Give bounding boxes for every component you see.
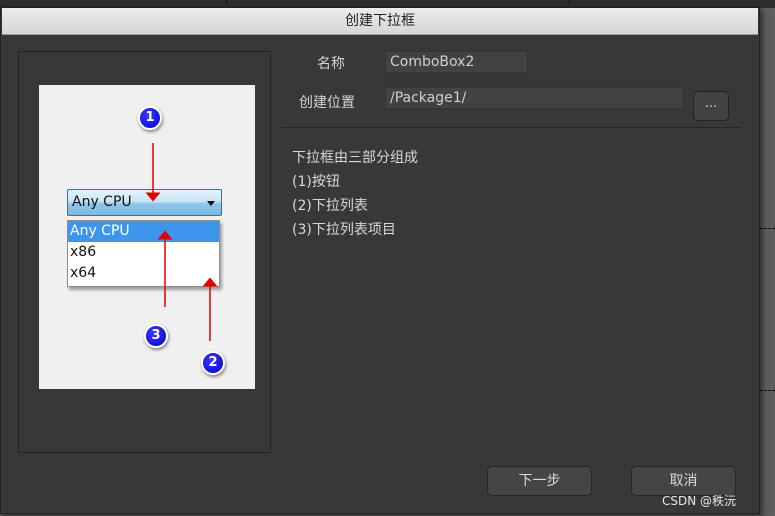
browse-button[interactable]: ... bbox=[693, 91, 729, 121]
badge-3: 3 bbox=[144, 324, 168, 348]
description-line: (3)下拉列表项目 bbox=[292, 222, 396, 238]
background-guide bbox=[760, 390, 775, 392]
description-line: 下拉框由三部分组成 bbox=[292, 150, 418, 166]
location-input[interactable]: /Package1/ bbox=[385, 87, 684, 109]
divider bbox=[282, 127, 741, 128]
background-divider bbox=[226, 0, 227, 4]
badge-1: 1 bbox=[138, 106, 162, 130]
watermark: CSDN @秩沅 bbox=[662, 494, 737, 508]
preview-panel: Any CPU Any CPU x86 x64 1 2 3 bbox=[18, 51, 271, 453]
location-label: 创建位置 bbox=[299, 95, 355, 111]
description: 下拉框由三部分组成 (1)按钮 (2)下拉列表 (3)下拉列表项目 bbox=[292, 146, 418, 242]
dialog-title: 创建下拉框 bbox=[2, 8, 758, 35]
description-line: (2)下拉列表 bbox=[292, 198, 368, 214]
name-label: 名称 bbox=[317, 56, 345, 72]
badge-2: 2 bbox=[201, 351, 225, 375]
name-input[interactable]: ComboBox2 bbox=[385, 51, 528, 73]
next-button[interactable]: 下一步 bbox=[487, 466, 592, 496]
create-combobox-dialog: 创建下拉框 Any CPU Any CPU x86 x64 1 2 3 名称 C… bbox=[0, 7, 760, 514]
preview-image: Any CPU Any CPU x86 x64 1 2 3 bbox=[39, 85, 255, 389]
description-line: (1)按钮 bbox=[292, 174, 340, 190]
background-divider bbox=[569, 0, 570, 4]
background-guide bbox=[760, 228, 775, 230]
